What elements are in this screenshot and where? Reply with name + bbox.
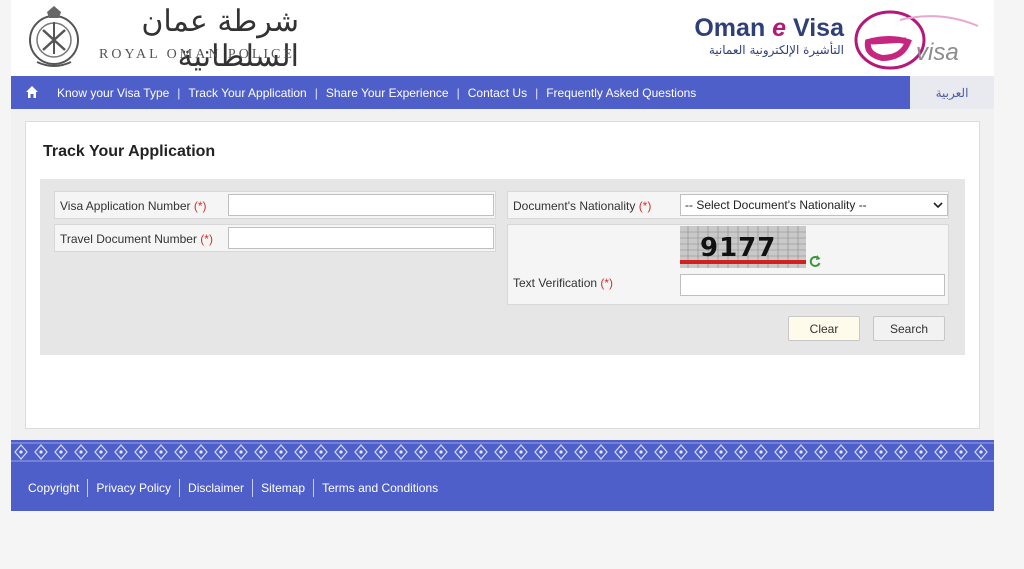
evisa-title-e: e [772,14,787,42]
track-form: Visa Application Number (*) Travel Docum… [40,179,965,355]
visa-number-label: Visa Application Number (*) [60,199,207,213]
clear-button[interactable]: Clear [788,316,860,341]
nationality-row: Document's Nationality (*) -- Select Doc… [507,191,949,219]
nav-item-share-experience[interactable]: Share Your Experience [326,86,449,100]
nav-item-faq[interactable]: Frequently Asked Questions [546,86,696,100]
footer-link-copyright[interactable]: Copyright [28,481,79,495]
evisa-title: Oman e Visa [694,14,844,43]
content-area: Track Your Application Visa Application … [11,109,994,440]
nationality-select[interactable]: -- Select Document's Nationality -- [680,194,948,216]
search-button[interactable]: Search [873,316,945,341]
footer-separator [313,479,315,497]
footer-separator [252,479,254,497]
nationality-label: Document's Nationality (*) [513,199,651,213]
site-footer: Copyright Privacy Policy Disclaimer Site… [11,464,994,511]
travel-doc-input[interactable] [228,227,494,249]
footer-separator [87,479,89,497]
nationality-label-text: Document's Nationality [513,199,636,213]
captcha-image: 9177 [680,226,806,268]
visa-number-label-text: Visa Application Number [60,199,191,213]
footer-separator [179,479,181,497]
nav-item-know-visa-type[interactable]: Know your Visa Type [57,86,169,100]
nationality-selected-value: -- Select Document's Nationality -- [685,198,867,212]
chevron-down-icon [933,202,943,209]
verification-input[interactable] [680,274,945,296]
evisa-logo-text: visa [916,39,959,66]
verification-label-text: Text Verification [513,276,598,290]
language-switch-arabic[interactable]: العربية [910,76,994,109]
home-icon[interactable] [25,85,39,99]
footer-links: Copyright Privacy Policy Disclaimer Site… [28,479,438,497]
visa-number-input[interactable] [228,194,494,216]
footer-link-privacy-policy[interactable]: Privacy Policy [96,481,171,495]
verification-label: Text Verification (*) [513,276,613,290]
nav-items: Know your Visa Type | Track Your Applica… [57,76,696,109]
police-name-arabic: شرطة عمان السلطانية [141,4,299,74]
required-mark: (*) [638,199,652,213]
royal-oman-police-emblem[interactable] [23,4,85,70]
evisa-title-arabic: التأشيرة الإلكترونية العمانية [708,43,844,57]
nav-item-contact-us[interactable]: Contact Us [468,86,527,100]
refresh-captcha-icon[interactable] [808,254,822,268]
evisa-title-suffix: Visa [786,14,844,42]
page: شرطة عمان السلطانية ROYAL OMAN POLICE Om… [11,0,994,511]
main-navigation: Know your Visa Type | Track Your Applica… [11,76,994,109]
police-name-english: ROYAL OMAN POLICE [99,47,295,62]
nav-item-track-application[interactable]: Track Your Application [188,86,306,100]
travel-doc-label-text: Travel Document Number [60,232,197,246]
nav-separator: | [456,85,460,100]
required-mark: (*) [200,232,213,246]
travel-doc-label: Travel Document Number (*) [60,232,213,246]
site-header: شرطة عمان السلطانية ROYAL OMAN POLICE Om… [11,0,994,76]
page-title: Track Your Application [43,143,216,160]
footer-link-sitemap[interactable]: Sitemap [261,481,305,495]
captcha-text: 9177 [700,233,776,263]
nav-separator: | [177,85,181,100]
footer-link-terms[interactable]: Terms and Conditions [322,481,438,495]
evisa-logo[interactable]: visa [850,6,982,70]
nav-separator: | [314,85,318,100]
footer-link-disclaimer[interactable]: Disclaimer [188,481,244,495]
visa-number-row: Visa Application Number (*) [54,191,496,219]
verification-row: 9177 Text Verification (*) [507,224,949,305]
track-application-card: Track Your Application Visa Application … [25,121,980,429]
evisa-title-prefix: Oman [694,14,773,42]
required-mark: (*) [193,199,207,213]
nav-separator: | [535,85,539,100]
footer-ornament-band [11,440,994,464]
required-mark: (*) [600,276,614,290]
travel-doc-row: Travel Document Number (*) [54,224,496,252]
